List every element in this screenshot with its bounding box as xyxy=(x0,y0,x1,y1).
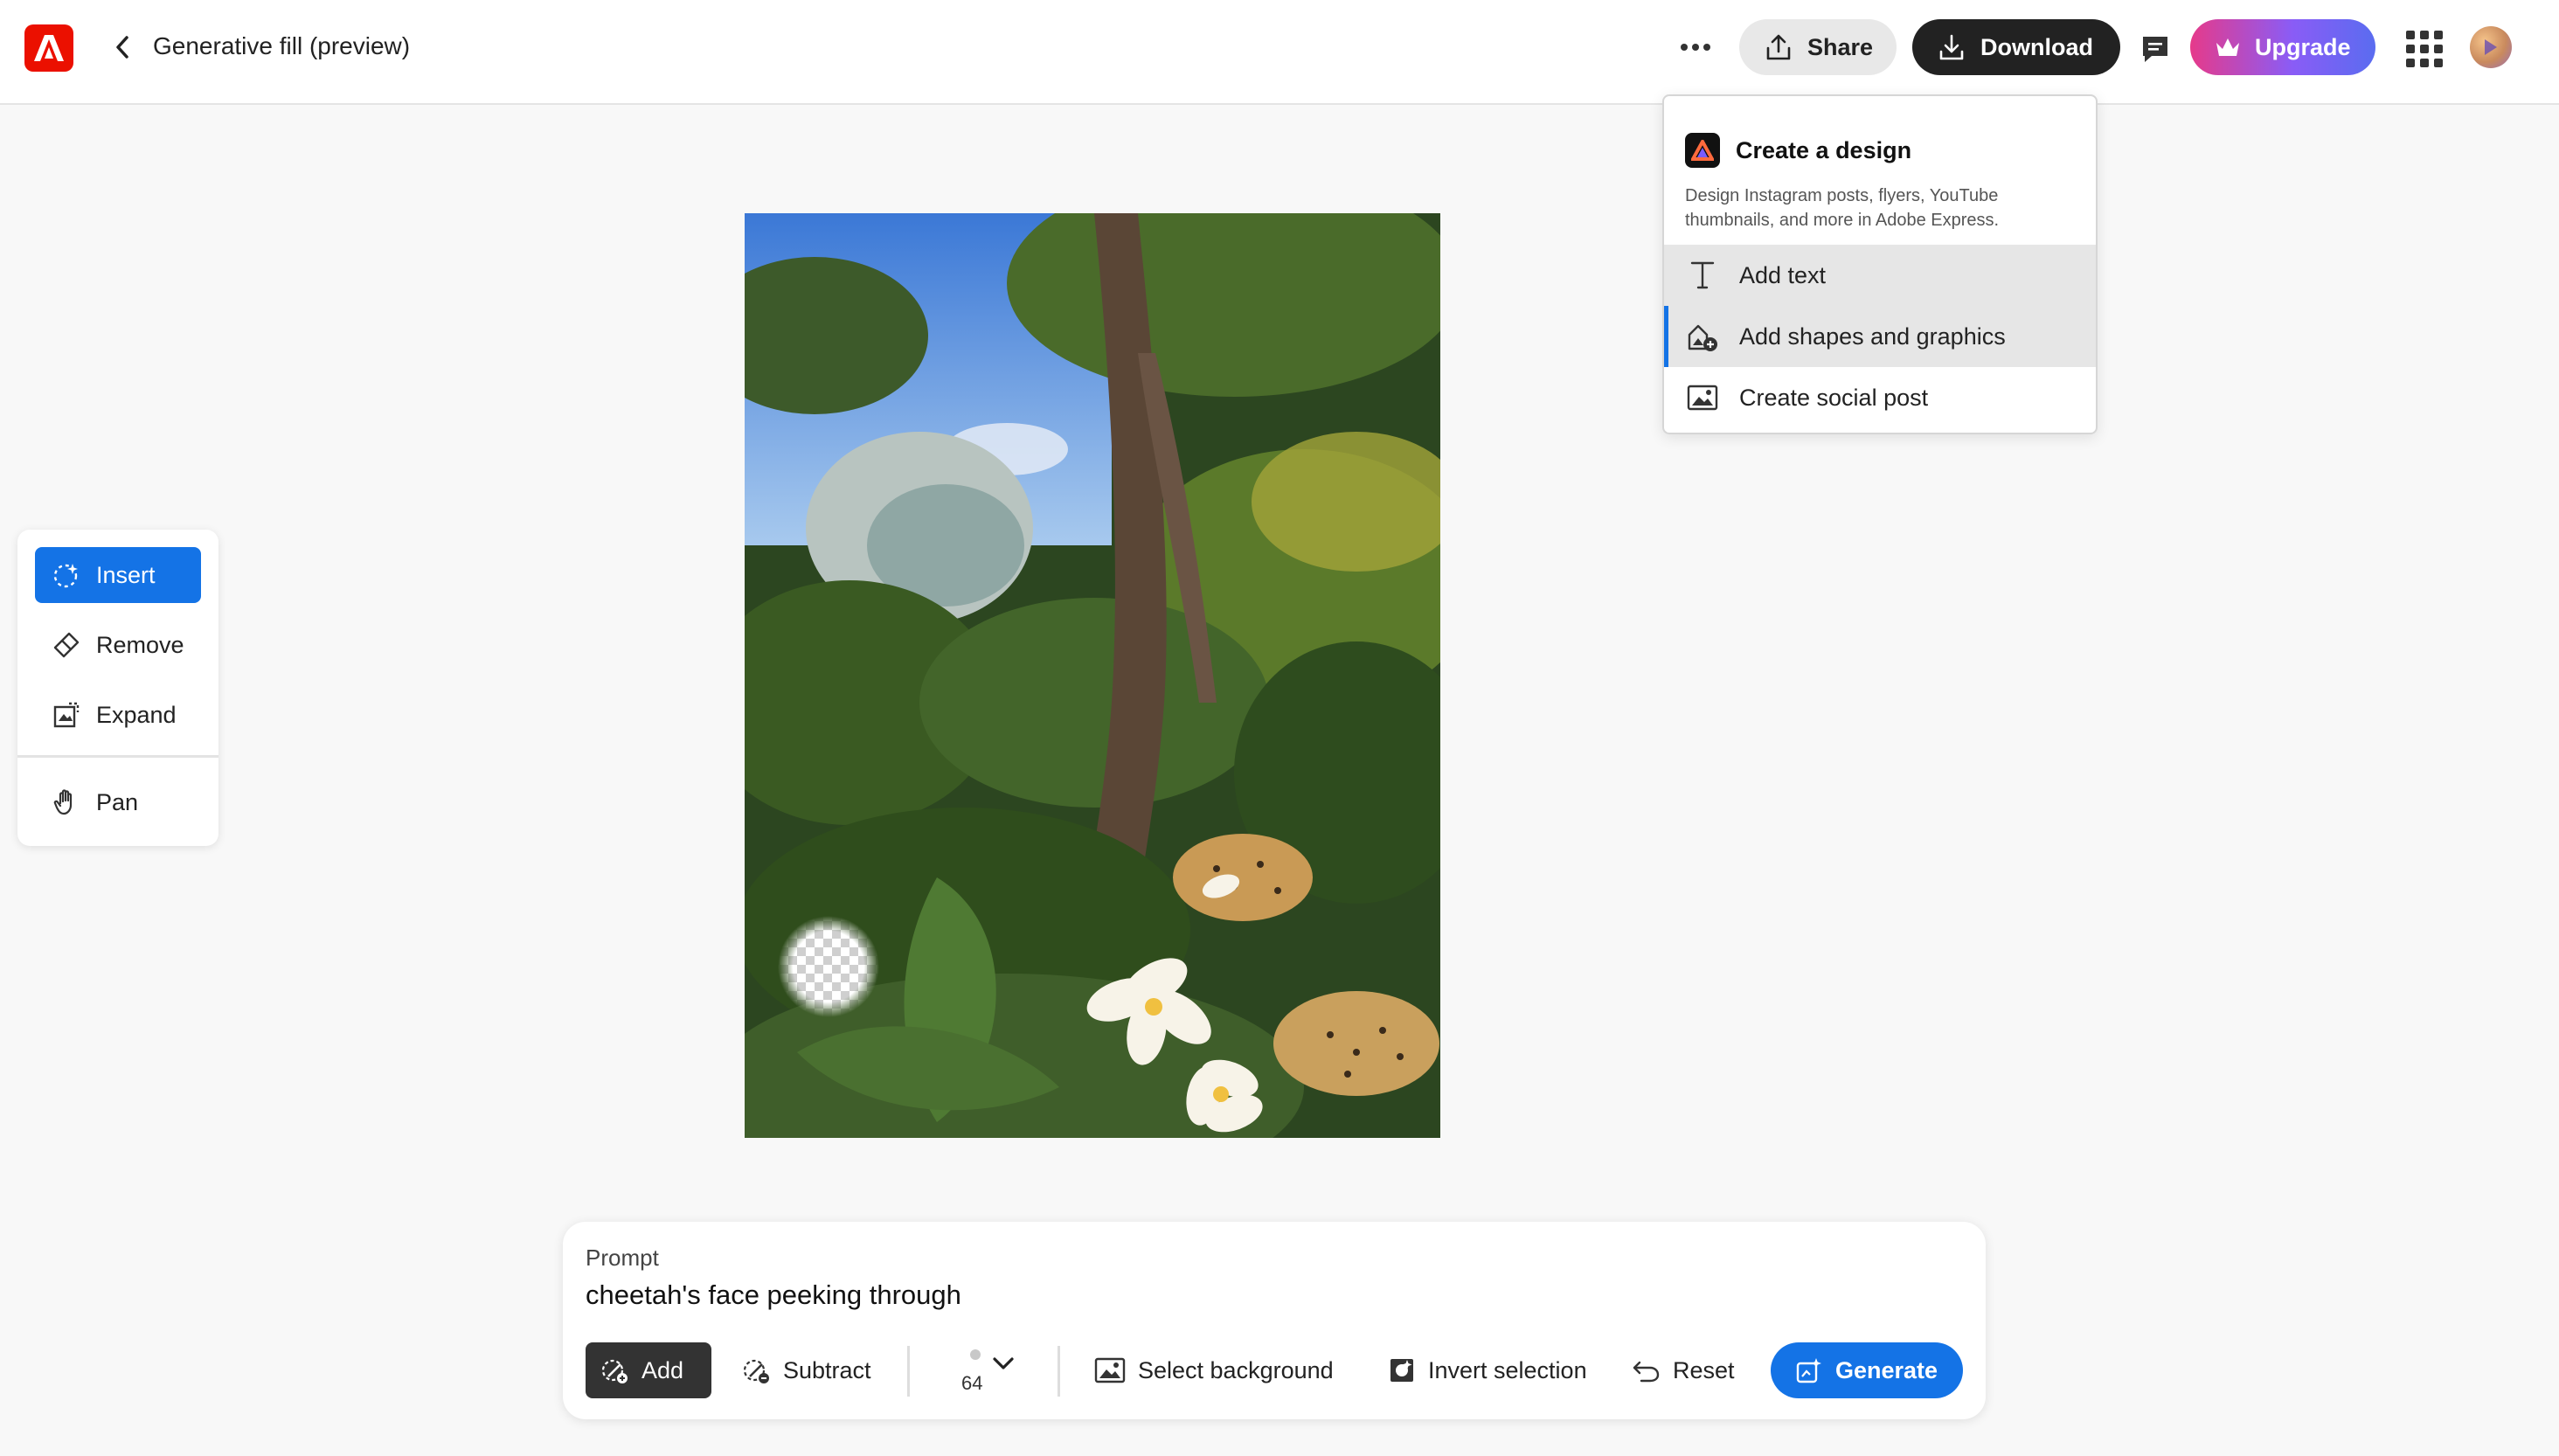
share-label: Share xyxy=(1807,33,1874,60)
generate-button[interactable]: Generate xyxy=(1771,1342,1963,1398)
reset-button[interactable]: Reset xyxy=(1617,1342,1749,1398)
reset-label: Reset xyxy=(1673,1356,1735,1383)
shapes-icon xyxy=(1685,319,1720,354)
menu-heading-title: Create a design xyxy=(1736,136,1912,163)
menu-item-label: Add shapes and graphics xyxy=(1739,322,2006,350)
add-brush-icon xyxy=(600,1355,629,1385)
menu-item-label: Create social post xyxy=(1739,384,1929,411)
back-chevron-icon[interactable] xyxy=(105,30,140,65)
brush-size-value: 64 xyxy=(961,1372,983,1394)
apps-grid-icon[interactable] xyxy=(2405,30,2444,68)
prompt-bar: Prompt cheetah's face peeking through Ad… xyxy=(563,1222,1986,1419)
select-background-label: Select background xyxy=(1138,1356,1334,1383)
menu-item-label: Add text xyxy=(1739,261,1827,288)
invert-selection-label: Invert selection xyxy=(1428,1356,1587,1383)
upgrade-label: Upgrade xyxy=(2255,33,2351,60)
select-background-icon xyxy=(1094,1357,1126,1383)
subtract-brush-icon xyxy=(741,1355,771,1385)
more-options-icon[interactable] xyxy=(1675,30,1716,65)
undo-icon xyxy=(1631,1357,1661,1383)
menu-item-create-social-post[interactable]: Create social post xyxy=(1664,367,2096,428)
page-title: Generative fill (preview) xyxy=(153,32,411,59)
generate-icon xyxy=(1795,1356,1823,1384)
upgrade-button[interactable]: Upgrade xyxy=(2190,19,2375,75)
download-button[interactable]: Download xyxy=(1912,19,2120,75)
select-background-button[interactable]: Select background xyxy=(1080,1342,1348,1398)
expand-icon xyxy=(51,699,82,731)
adobe-logo-icon[interactable] xyxy=(24,24,73,72)
add-label: Add xyxy=(641,1356,684,1383)
comment-icon[interactable] xyxy=(2136,30,2174,68)
hand-icon xyxy=(51,787,82,818)
invert-selection-button[interactable]: Invert selection xyxy=(1374,1342,1601,1398)
download-label: Download xyxy=(1980,33,2093,60)
download-icon xyxy=(1937,32,1966,62)
subtract-button[interactable]: Subtract xyxy=(727,1342,885,1398)
divider xyxy=(1058,1346,1060,1397)
tool-insert[interactable]: Insert xyxy=(35,547,201,603)
menu-item-add-shapes[interactable]: Add shapes and graphics xyxy=(1664,306,2096,367)
subtract-label: Subtract xyxy=(783,1356,871,1383)
tool-pan[interactable]: Pan xyxy=(35,774,201,830)
chevron-down-icon[interactable] xyxy=(991,1355,1016,1372)
menu-item-add-text[interactable]: Add text xyxy=(1664,245,2096,306)
tool-expand[interactable]: Expand xyxy=(35,687,201,743)
prompt-label: Prompt xyxy=(586,1245,659,1271)
generate-label: Generate xyxy=(1835,1356,1938,1383)
prompt-input[interactable]: cheetah's face peeking through xyxy=(586,1279,961,1311)
canvas-image[interactable] xyxy=(745,213,1440,1138)
share-icon xyxy=(1764,32,1793,62)
avatar[interactable] xyxy=(2470,26,2512,68)
tool-insert-label: Insert xyxy=(96,561,156,588)
image-icon xyxy=(1685,380,1720,415)
menu-heading: Create a design xyxy=(1685,133,1911,168)
eraser-icon xyxy=(51,629,82,661)
divider xyxy=(907,1346,910,1397)
menu-description: Design Instagram posts, flyers, YouTube … xyxy=(1685,186,2000,230)
top-bar: Generative fill (preview) Share Download… xyxy=(0,0,2559,105)
tool-remove[interactable]: Remove xyxy=(35,617,201,673)
text-icon xyxy=(1685,258,1720,293)
adobe-express-icon xyxy=(1685,133,1720,168)
share-button[interactable]: Share xyxy=(1739,19,1897,75)
tool-divider xyxy=(17,755,218,758)
tool-remove-label: Remove xyxy=(96,631,184,658)
create-design-menu: Create a design Design Instagram posts, … xyxy=(1662,94,2098,434)
tool-expand-label: Expand xyxy=(96,701,177,728)
brush-size-dot xyxy=(970,1349,981,1360)
tool-pan-label: Pan xyxy=(96,788,139,815)
insert-icon xyxy=(51,559,82,591)
add-button[interactable]: Add xyxy=(586,1342,711,1398)
crown-icon xyxy=(2215,36,2241,59)
tool-panel: Insert Remove Expand Pan xyxy=(17,530,218,846)
invert-selection-icon xyxy=(1388,1356,1416,1384)
